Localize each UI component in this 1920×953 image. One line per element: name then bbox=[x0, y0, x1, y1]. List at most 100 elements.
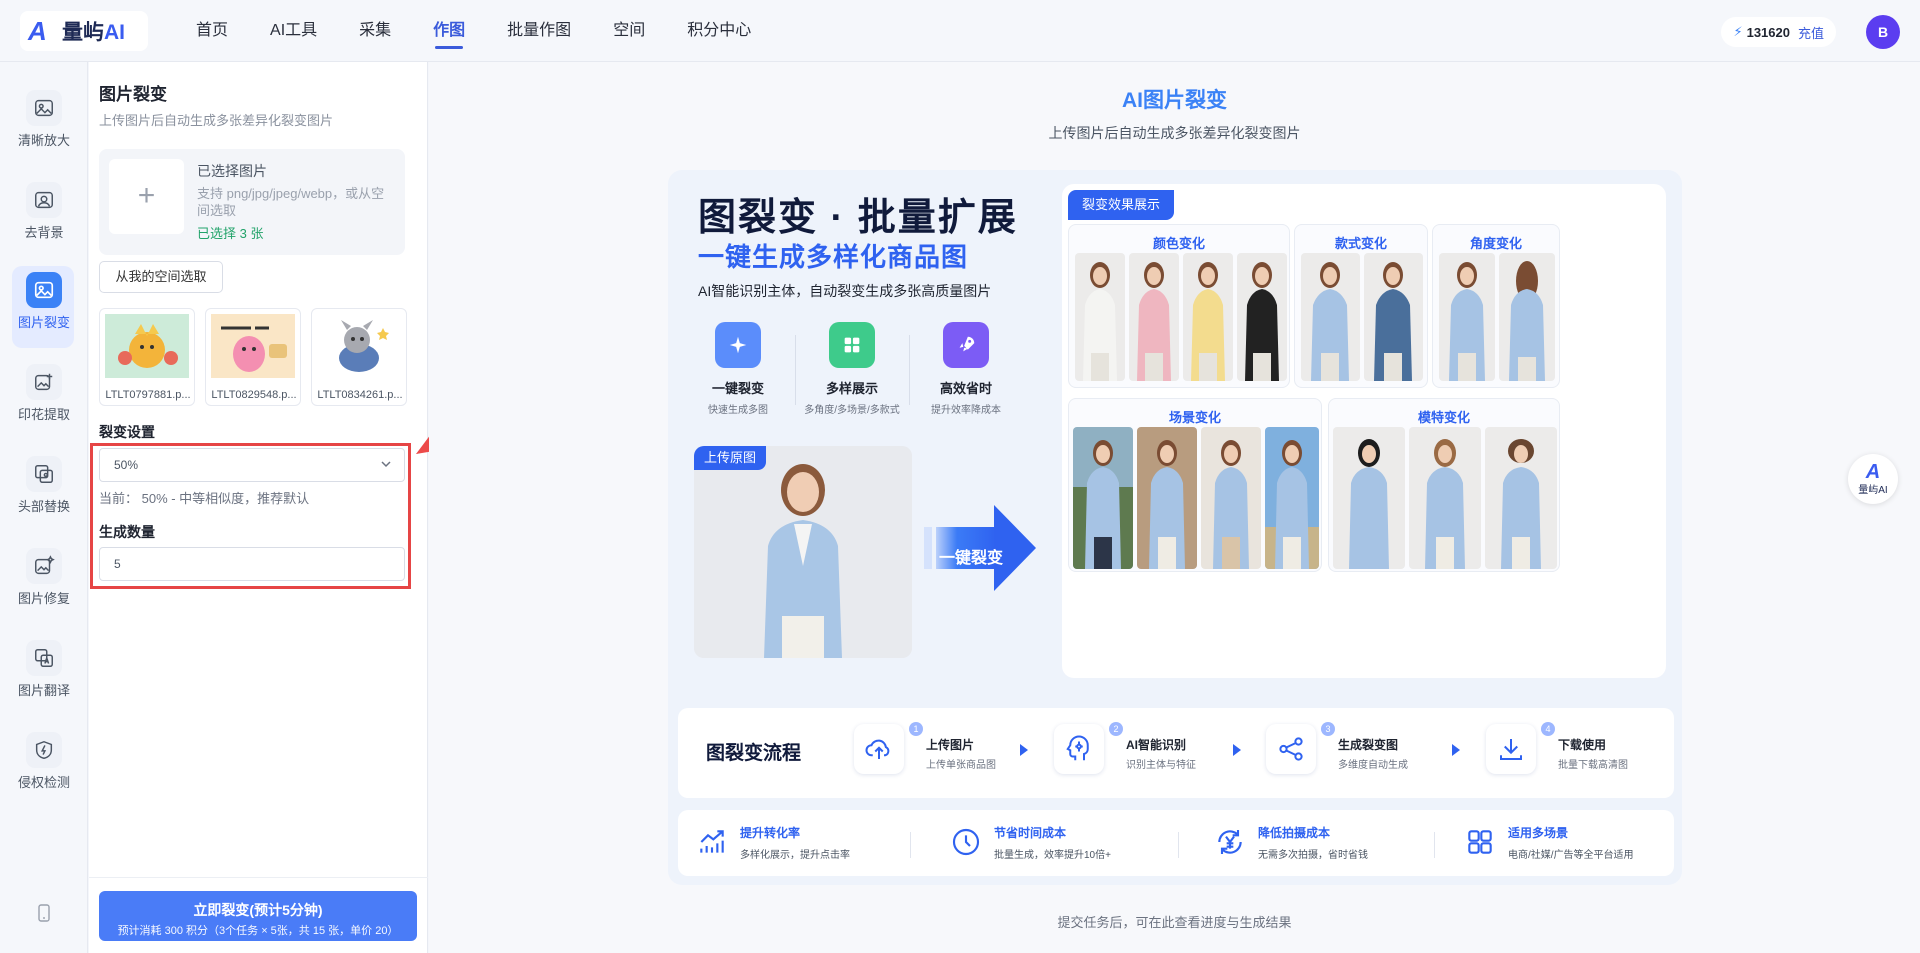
rail-item-image-fission[interactable]: 图片裂变 bbox=[0, 264, 88, 348]
image-translate-icon bbox=[26, 640, 62, 676]
top-nav-bar: A 量屿AI 首页 AI工具 采集 作图 批量作图 空间 积分中心 ⚡ 1316… bbox=[0, 0, 1920, 62]
variant-photo bbox=[1439, 253, 1495, 381]
rail-item-remove-bg[interactable]: 去背景 bbox=[0, 174, 88, 254]
logo-mark-icon: A bbox=[1865, 461, 1881, 483]
bolt-icon: ⚡ bbox=[1733, 24, 1743, 39]
upload-hint: 支持 png/jpg/jpeg/webp，或从空间选取 bbox=[197, 186, 385, 218]
effect-showcase: 裂变效果展示 颜色变化 款式变化 角度变化 场景变化 模特变化 bbox=[1062, 184, 1666, 678]
image-repair-icon bbox=[26, 548, 62, 584]
start-fission-button[interactable]: 立即裂变(预计5分钟) 预计消耗 300 积分（3个任务 × 5张，共 15 张… bbox=[99, 891, 417, 941]
flow-arrow-icon bbox=[1452, 744, 1460, 756]
variant-photo bbox=[1485, 427, 1557, 569]
poster-subheadline: 一键生成多样化商品图 bbox=[698, 242, 969, 272]
thumbnail-item[interactable]: LTLT0829548.p... bbox=[205, 308, 301, 406]
app-logo[interactable]: A 量屿AI bbox=[20, 11, 148, 51]
one-click-fission-label: 一键裂变 bbox=[939, 550, 1004, 567]
nav-home[interactable]: 首页 bbox=[175, 0, 249, 62]
nav-design[interactable]: 作图 bbox=[412, 0, 486, 62]
benefits-bar: 提升转化率 多样化展示，提升点击率 节省时间成本 批量生成，效率提升10倍+ 降… bbox=[678, 810, 1674, 876]
thumbnail-item[interactable]: LTLT0834261.p... bbox=[311, 308, 407, 406]
variant-photo bbox=[1333, 427, 1405, 569]
credits-badge: ⚡ 131620 充值 bbox=[1721, 17, 1836, 47]
nav-space[interactable]: 空间 bbox=[592, 0, 666, 62]
thumbnail-image bbox=[105, 314, 189, 378]
variant-photo bbox=[1301, 253, 1360, 381]
fission-flow: 图裂变流程 1 上传图片 上传单张商品图 2 AI智能识别 识别主体与特征 3 … bbox=[678, 708, 1674, 798]
task-hint: 提交任务后，可在此查看进度与生成结果 bbox=[1057, 915, 1292, 930]
rail-item-infringement[interactable]: 侵权检测 bbox=[0, 724, 88, 804]
variant-photo bbox=[1075, 253, 1125, 381]
rail-item-image-translate[interactable]: 图片翻译 bbox=[0, 632, 88, 712]
annotation-highlight-box bbox=[90, 443, 411, 589]
variant-photo bbox=[1237, 253, 1287, 381]
upscale-icon bbox=[26, 90, 62, 126]
plus-icon[interactable]: + bbox=[109, 159, 184, 234]
recharge-link[interactable]: 充值 bbox=[1798, 23, 1824, 42]
nav-ai-tools[interactable]: AI工具 bbox=[249, 0, 338, 62]
settings-panel: 图片裂变 上传图片后自动生成多张差异化裂变图片 + 已选择图片 支持 png/j… bbox=[89, 62, 428, 953]
variant-photo bbox=[1499, 253, 1555, 381]
clock-icon bbox=[952, 828, 980, 856]
variant-photo bbox=[1364, 253, 1423, 381]
variant-photo bbox=[1265, 427, 1319, 569]
color-variation-card: 颜色变化 bbox=[1068, 224, 1290, 388]
variant-photo bbox=[1129, 253, 1179, 381]
variant-photo bbox=[1073, 427, 1133, 569]
feature-one-click: 一键裂变 快速生成多图 bbox=[688, 322, 788, 416]
cloud-upload-icon bbox=[854, 724, 904, 774]
user-avatar[interactable]: B bbox=[1866, 15, 1900, 49]
flow-title: 图裂变流程 bbox=[706, 743, 802, 764]
sparkle-icon bbox=[715, 322, 761, 368]
original-image-card: 上传原图 bbox=[694, 446, 912, 658]
upload-selected-count: 已选择 3 张 bbox=[197, 226, 264, 241]
rocket-icon bbox=[943, 322, 989, 368]
credits-amount: 131620 bbox=[1746, 24, 1790, 40]
intro-poster: 图裂变 · 批量扩展 一键生成多样化商品图 AI智能识别主体，自动裂变生成多张高… bbox=[668, 170, 1682, 885]
apps-grid-icon bbox=[1468, 830, 1492, 854]
tool-rail: 清晰放大 去背景 图片裂变 印花提取 头部替换 图片修复 图片翻译 侵权检测 bbox=[0, 62, 88, 953]
flow-arrow-icon bbox=[1020, 744, 1028, 756]
feature-diverse-display: 多样展示 多角度/多场景/多款式 bbox=[802, 322, 902, 416]
nav-batch-design[interactable]: 批量作图 bbox=[486, 0, 592, 62]
ai-head-icon bbox=[1054, 724, 1104, 774]
rail-item-image-repair[interactable]: 图片修复 bbox=[0, 540, 88, 620]
variant-photo bbox=[1137, 427, 1197, 569]
style-variation-card: 款式变化 bbox=[1294, 224, 1428, 388]
rail-item-print-extract[interactable]: 印花提取 bbox=[0, 356, 88, 436]
showcase-tag: 裂变效果展示 bbox=[1068, 190, 1175, 220]
scene-variation-card: 场景变化 bbox=[1068, 398, 1322, 572]
poster-description: AI智能识别主体，自动裂变生成多张高质量图片 bbox=[698, 283, 992, 299]
fission-settings-label: 裂变设置 bbox=[99, 424, 155, 440]
panel-title: 图片裂变 bbox=[99, 85, 167, 104]
variant-photo bbox=[1201, 427, 1261, 569]
head-swap-icon bbox=[26, 456, 62, 492]
main-title: AI图片裂变 bbox=[1122, 89, 1227, 112]
select-from-space-button[interactable]: 从我的空间选取 bbox=[99, 261, 223, 293]
main-subtitle: 上传图片后自动生成多张差异化裂变图片 bbox=[1048, 125, 1301, 141]
nav-points-center[interactable]: 积分中心 bbox=[666, 0, 772, 62]
flow-arrow-icon bbox=[1233, 744, 1241, 756]
yen-cycle-icon bbox=[1218, 830, 1242, 854]
infringement-icon bbox=[26, 732, 62, 768]
nav-collect[interactable]: 采集 bbox=[338, 0, 412, 62]
thumbnail-image bbox=[211, 314, 295, 378]
trend-up-icon bbox=[700, 830, 724, 853]
phone-icon[interactable] bbox=[38, 904, 50, 927]
print-extract-icon bbox=[26, 364, 62, 400]
share-nodes-icon bbox=[1266, 724, 1316, 774]
main-content: AI图片裂变 上传图片后自动生成多张差异化裂变图片 图裂变 · 批量扩展 一键生… bbox=[429, 62, 1920, 953]
upload-area[interactable]: + 已选择图片 支持 png/jpg/jpeg/webp，或从空间选取 已选择 … bbox=[99, 149, 405, 255]
image-fission-icon bbox=[26, 272, 62, 308]
thumbnail-item[interactable]: LTLT0797881.p... bbox=[99, 308, 195, 406]
rail-item-head-swap[interactable]: 头部替换 bbox=[0, 448, 88, 528]
selected-thumbnails: LTLT0797881.p... LTLT0829548.p... LTLT08… bbox=[99, 308, 417, 406]
original-image-tag: 上传原图 bbox=[694, 446, 767, 470]
rail-item-upscale[interactable]: 清晰放大 bbox=[0, 82, 88, 162]
remove-bg-icon bbox=[26, 182, 62, 218]
model-photo bbox=[694, 446, 912, 658]
thumbnail-image bbox=[317, 314, 401, 378]
variant-photo bbox=[1409, 427, 1481, 569]
floating-assistant-button[interactable]: A 量屿AI bbox=[1848, 454, 1898, 504]
panel-subtitle: 上传图片后自动生成多张差异化裂变图片 bbox=[99, 113, 334, 128]
download-icon bbox=[1486, 724, 1536, 774]
